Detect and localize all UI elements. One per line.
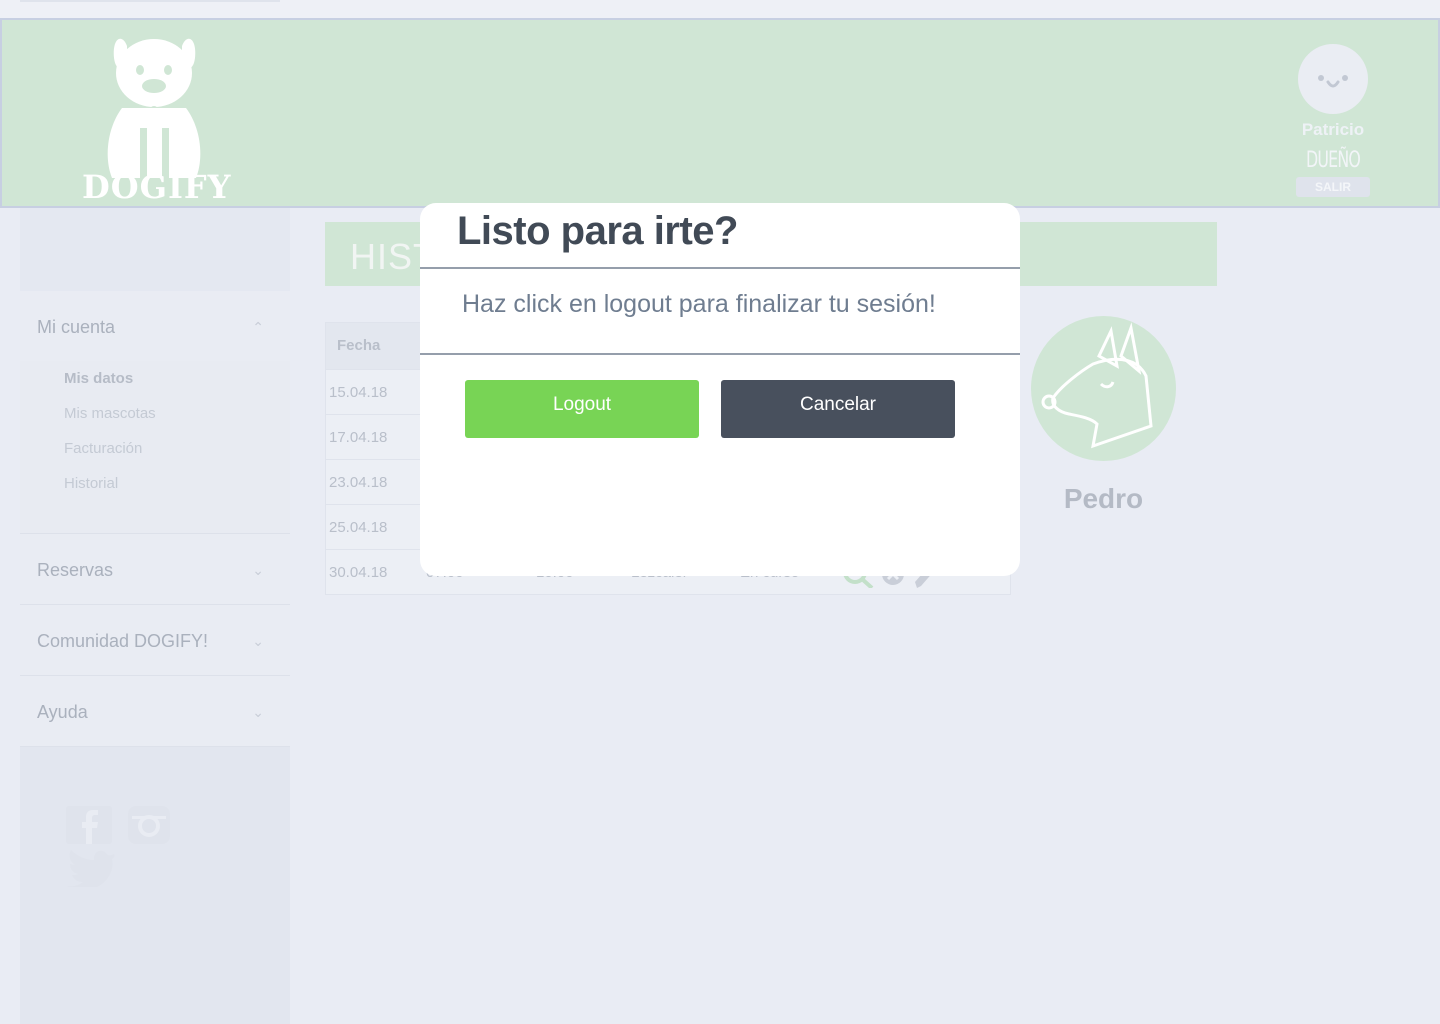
modal-divider [420, 353, 1020, 355]
facebook-icon[interactable] [66, 806, 112, 844]
sidebar-section-reservas: Reservas ⌄ [20, 534, 290, 605]
social-links [66, 806, 236, 890]
sidebar-item-mi-cuenta[interactable]: Mi cuenta ⌃ [20, 291, 290, 361]
sidebar-subitem-facturacion[interactable]: Facturación [64, 439, 290, 474]
salir-button[interactable]: SALIR [1296, 177, 1370, 197]
cell-fecha: 15.04.18 [329, 384, 388, 401]
pet-card[interactable]: Pedro [1031, 316, 1176, 515]
sidebar-section-comunidad: Comunidad DOGIFY! ⌄ [20, 605, 290, 676]
sidebar-section-ayuda: Ayuda ⌄ [20, 676, 290, 747]
sidebar-top [20, 208, 290, 291]
chevron-down-icon: ⌄ [252, 633, 264, 649]
logout-button[interactable]: Logout [465, 380, 699, 438]
sidebar-submenu: Mis datos Mis mascotas Facturación Histo… [20, 361, 290, 533]
chevron-down-icon: ⌄ [252, 562, 264, 578]
top-strip [0, 0, 1440, 18]
cell-fecha: 25.04.18 [329, 519, 388, 536]
pet-avatar [1031, 316, 1176, 461]
chevron-up-icon: ⌃ [252, 319, 264, 335]
sidebar-item-label: Reservas [37, 560, 114, 580]
cell-fecha: 30.04.18 [329, 564, 388, 581]
user-role: DUEÑO [1305, 148, 1361, 173]
user-name: Patricio [1301, 120, 1365, 139]
modal-divider [420, 267, 1020, 269]
app-header: DOGIFY Patricio DUEÑO SALIR [0, 18, 1440, 208]
cell-fecha: 17.04.18 [329, 429, 388, 446]
modal-title: Listo para irte? [457, 209, 738, 253]
pet-name: Pedro [1063, 483, 1144, 514]
avatar[interactable] [1298, 44, 1368, 114]
sidebar-item-ayuda[interactable]: Ayuda ⌄ [20, 676, 290, 746]
sidebar-subitem-mis-mascotas[interactable]: Mis mascotas [64, 404, 290, 439]
instagram-icon[interactable] [126, 806, 172, 844]
sidebar-section-mi-cuenta: Mi cuenta ⌃ Mis datos Mis mascotas Factu… [20, 291, 290, 534]
twitter-icon[interactable] [66, 849, 115, 890]
cell-fecha: 23.04.18 [329, 474, 388, 491]
modal-message: Haz click en logout para finalizar tu se… [462, 290, 936, 318]
sidebar-subitem-mis-datos[interactable]: Mis datos [64, 369, 290, 404]
sidebar-item-label: Comunidad DOGIFY! [37, 631, 209, 651]
sidebar-item-label: Ayuda [37, 702, 88, 722]
logout-modal: Listo para irte? Haz click en logout par… [420, 203, 1020, 576]
chevron-down-icon: ⌄ [252, 704, 264, 720]
brand-name: DOGIFY [82, 168, 232, 206]
sidebar-item-comunidad[interactable]: Comunidad DOGIFY! ⌄ [20, 605, 290, 675]
dog-logo-icon [107, 38, 201, 178]
sidebar: Mi cuenta ⌃ Mis datos Mis mascotas Factu… [20, 208, 290, 1024]
sidebar-item-label: Mi cuenta [37, 317, 116, 337]
sidebar-item-reservas[interactable]: Reservas ⌄ [20, 534, 290, 604]
dog-head-icon [1041, 322, 1153, 449]
sidebar-subitem-historial[interactable]: Historial [64, 474, 290, 509]
column-header-fecha: Fecha [337, 337, 381, 354]
user-panel: Patricio DUEÑO SALIR [1288, 44, 1378, 197]
browser-tab [20, 0, 280, 2]
cancel-button[interactable]: Cancelar [721, 380, 955, 438]
smiley-icon [1318, 75, 1348, 88]
dogify-logo[interactable]: DOGIFY [82, 28, 232, 206]
